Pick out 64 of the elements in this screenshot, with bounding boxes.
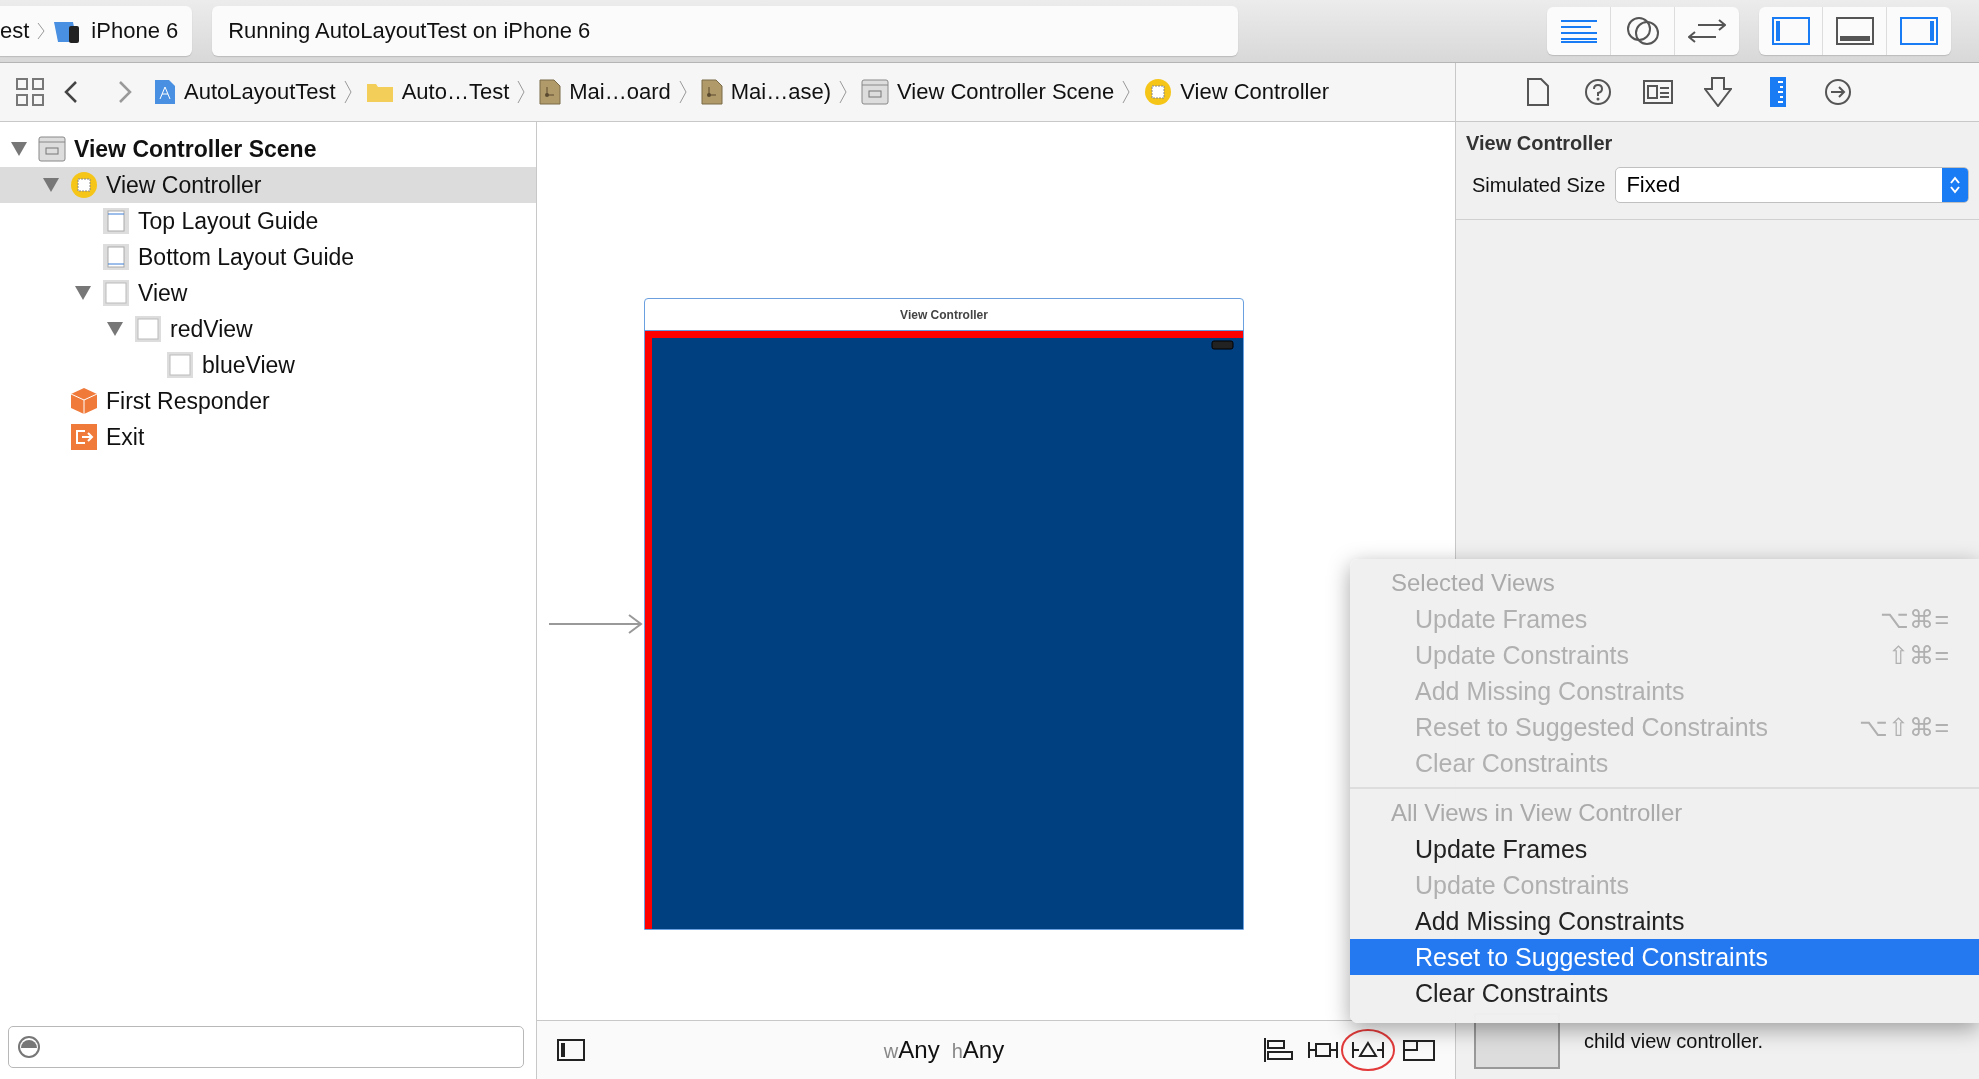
storyboard-icon [539,79,562,105]
controller-icon [1144,78,1173,106]
view-icon [102,279,130,307]
outline-row[interactable]: View [0,275,536,311]
chevron-icon [839,80,847,104]
id-card-icon [1642,80,1673,104]
file-icon [1526,78,1549,106]
view-icon [134,315,162,343]
outline-row[interactable]: blueView [0,347,536,383]
outline-row[interactable]: redView [0,311,536,347]
menu-section-header: Selected Views [1390,568,1556,598]
breadcrumb-item[interactable]: View Controller [1144,78,1330,106]
outline-row[interactable]: Exit [0,419,536,455]
chevron-icon [678,80,687,104]
left-panel-icon [1771,17,1810,45]
scene-icon [38,135,66,163]
menu-item[interactable]: Update Frames [1350,831,1979,867]
chevron-icon [1122,80,1131,104]
chevron-icon [517,80,526,104]
breadcrumb-item[interactable]: Mai…ase) [700,79,831,105]
arrow-circle-icon [1823,78,1852,106]
layout-guide-icon [102,243,130,271]
field-label: Simulated Size [1472,173,1606,197]
bottom-panel-icon [1835,17,1874,45]
folder-icon [365,81,394,103]
inspector-title: View Controller [1466,132,1614,155]
breadcrumb-item[interactable]: AutoLayoutTest [154,79,336,105]
right-panel-icon [1900,17,1938,45]
menu-item[interactable]: Clear Constraints [1350,975,1979,1011]
chevron-icon [37,22,46,40]
layout-guide-icon [102,207,130,235]
arrows-icon [1688,19,1726,43]
breadcrumb-item[interactable]: Auto…Test [365,79,510,105]
project-icon [154,79,176,105]
menu-item[interactable]: Reset to Suggested Constraints [1350,939,1979,975]
highlight-circle [1340,1028,1396,1072]
ruler-icon [1769,77,1786,107]
lines-icon [1560,19,1597,43]
simulated-size-select[interactable]: Fixed [1615,167,1969,203]
exit-icon [70,423,98,451]
chevron-icon [343,80,352,104]
outline-row[interactable]: View Controller Scene [0,131,536,167]
scheme-selector[interactable]: est iPhone 6 [0,6,193,56]
help-icon [1583,78,1612,106]
storyboard-icon [700,79,723,105]
circles-icon [1625,16,1660,46]
view-icon [166,351,194,379]
outline-row[interactable]: Top Layout Guide [0,203,536,239]
breadcrumb-item[interactable]: View Controller Scene [861,78,1115,106]
outline-row[interactable]: Bottom Layout Guide [0,239,536,275]
controller-icon [70,171,98,199]
stepper-icon [1949,175,1961,195]
scene-icon [861,78,889,106]
menu-section-header: All Views in View Controller [1390,798,1684,828]
breadcrumb-item[interactable]: Mai…oard [539,79,671,105]
library-description: child view controller. [1584,1029,1763,1053]
battery-icon [1211,340,1235,350]
filter-icon [17,1034,41,1059]
filter-field[interactable] [8,1025,524,1068]
outline-row[interactable]: View Controller [0,167,536,203]
outline-row[interactable]: First Responder [0,383,536,419]
activity-viewer: Running AutoLayoutTest on iPhone 6 [212,6,1239,56]
cube-icon [70,387,98,415]
menu-item[interactable]: Add Missing Constraints [1350,903,1979,939]
